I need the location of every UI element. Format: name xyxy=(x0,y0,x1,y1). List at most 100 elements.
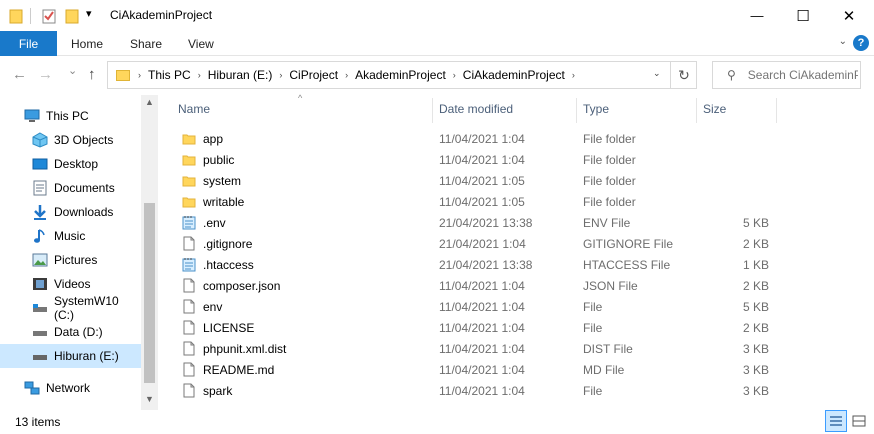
file-date: 11/04/2021 1:05 xyxy=(439,173,525,188)
file-row[interactable]: env 11/04/2021 1:04 File 5 KB xyxy=(176,296,776,317)
column-header-name[interactable]: Name xyxy=(178,95,210,123)
quick-access-dropdown-icon[interactable]: ▾ xyxy=(86,7,92,20)
search-box[interactable]: ⚲ xyxy=(712,61,861,89)
file-list: Name ^ Date modified Type Size app 11/04/… xyxy=(158,93,874,410)
text-file-icon xyxy=(182,257,196,273)
nav-item-downloads[interactable]: Downloads xyxy=(0,200,141,224)
column-divider[interactable] xyxy=(696,98,697,123)
nav-item-label: Music xyxy=(54,229,86,243)
address-bar[interactable]: › This PC › Hiburan (E:) › CiProject › A… xyxy=(107,61,697,89)
column-header-type[interactable]: Type xyxy=(583,95,609,123)
nav-item-documents[interactable]: Documents xyxy=(0,176,141,200)
file-row[interactable]: .htaccess 21/04/2021 13:38 HTACCESS File 1 … xyxy=(176,254,776,275)
file-name: app xyxy=(203,131,224,146)
scroll-up-icon[interactable]: ▲ xyxy=(141,97,158,107)
close-button[interactable]: ✕ xyxy=(826,0,872,31)
file-row[interactable]: app 11/04/2021 1:04 File folder xyxy=(176,128,776,149)
file-date: 21/04/2021 1:04 xyxy=(439,236,526,251)
forward-button[interactable]: → xyxy=(38,66,53,83)
column-divider[interactable] xyxy=(576,98,577,123)
file-row[interactable]: .gitignore 21/04/2021 1:04 GITIGNORE File 2… xyxy=(176,233,776,254)
file-name-cell: env xyxy=(182,296,222,317)
file-row[interactable]: composer.json 11/04/2021 1:04 JSON File 2 K… xyxy=(176,275,776,296)
file-name-cell: composer.json xyxy=(182,275,280,296)
file-date: 21/04/2021 13:38 xyxy=(439,215,533,230)
file-name: writable xyxy=(203,194,245,209)
navigation-scrollbar[interactable]: ▲ ▼ xyxy=(141,95,158,410)
3d-objects-icon xyxy=(32,132,48,148)
nav-item-hiburan-e[interactable]: Hiburan (E:) xyxy=(0,344,141,368)
column-header-date[interactable]: Date modified xyxy=(439,95,513,123)
breadcrumb-akademinproject[interactable]: AkademinProject xyxy=(355,68,446,82)
details-view-button[interactable] xyxy=(825,410,847,432)
file-type: File xyxy=(583,299,603,314)
file-row[interactable]: .env 21/04/2021 13:38 ENV File 5 KB xyxy=(176,212,776,233)
address-dropdown-icon[interactable]: ⌄ xyxy=(653,68,661,79)
column-divider[interactable] xyxy=(432,98,433,123)
nav-item-videos[interactable]: Videos xyxy=(0,272,141,296)
column-divider[interactable] xyxy=(776,98,777,123)
breadcrumb-ciproject[interactable]: CiProject xyxy=(289,68,338,82)
file-size: 1 KB xyxy=(742,257,769,272)
maximize-button[interactable]: ☐ xyxy=(780,0,826,31)
nav-item-system-c[interactable]: SystemW10 (C:) xyxy=(0,294,141,322)
up-button[interactable]: ↑ xyxy=(88,66,96,83)
tab-file[interactable]: File xyxy=(0,31,57,56)
nav-item-music[interactable]: Music xyxy=(0,224,141,248)
file-type: File folder xyxy=(583,194,636,209)
folder-icon xyxy=(9,8,23,27)
nav-item-data-d[interactable]: Data (D:) xyxy=(0,320,141,344)
refresh-button[interactable]: ↻ xyxy=(670,62,697,88)
file-row[interactable]: writable 11/04/2021 1:05 File folder xyxy=(176,191,776,212)
recent-locations-icon[interactable]: ⌄ xyxy=(68,64,77,77)
file-name: .htaccess xyxy=(203,257,254,272)
scroll-down-icon[interactable]: ▼ xyxy=(141,394,158,404)
file-type: File folder xyxy=(583,152,636,167)
file-name-cell: .htaccess xyxy=(182,254,254,275)
column-header-size[interactable]: Size xyxy=(703,95,726,123)
nav-item-network[interactable]: Network xyxy=(0,376,141,400)
large-icons-view-button[interactable] xyxy=(848,410,870,432)
tab-home[interactable]: Home xyxy=(71,31,103,56)
file-row[interactable]: LICENSE 11/04/2021 1:04 File 2 KB xyxy=(176,317,776,338)
breadcrumb-hiburan[interactable]: Hiburan (E:) xyxy=(208,68,273,82)
file-row[interactable]: public 11/04/2021 1:04 File folder xyxy=(176,149,776,170)
nav-item-desktop[interactable]: Desktop xyxy=(0,152,141,176)
search-input[interactable] xyxy=(747,68,858,82)
breadcrumb-ciakademinproject[interactable]: CiAkademinProject xyxy=(463,68,565,82)
new-folder-icon[interactable] xyxy=(64,8,80,27)
file-row[interactable]: system 11/04/2021 1:05 File folder xyxy=(176,170,776,191)
file-size: 2 KB xyxy=(742,278,769,293)
expand-ribbon-icon[interactable]: ⌄ xyxy=(839,36,847,47)
drive-c-icon xyxy=(32,300,48,316)
properties-icon[interactable] xyxy=(41,8,57,27)
tab-share[interactable]: Share xyxy=(130,31,162,56)
minimize-button[interactable]: — xyxy=(734,0,780,31)
file-row[interactable]: phpunit.xml.dist 11/04/2021 1:04 DIST File… xyxy=(176,338,776,359)
back-button[interactable]: ← xyxy=(12,66,27,83)
file-name: composer.json xyxy=(203,278,281,293)
breadcrumb-this-pc[interactable]: This PC xyxy=(148,68,191,82)
file-row[interactable]: spark 11/04/2021 1:04 File 3 KB xyxy=(176,380,776,401)
file-name-cell: system xyxy=(182,170,241,191)
desktop-icon xyxy=(32,156,48,172)
scrollbar-thumb[interactable] xyxy=(144,203,155,383)
breadcrumb-separator: › xyxy=(452,70,456,80)
nav-item-3d-objects[interactable]: 3D Objects xyxy=(0,128,141,152)
file-size: 2 KB xyxy=(742,236,769,251)
nav-item-label: Data (D:) xyxy=(54,325,103,339)
breadcrumb-separator: › xyxy=(197,70,201,80)
nav-item-pictures[interactable]: Pictures xyxy=(0,248,141,272)
help-icon[interactable]: ? xyxy=(853,35,869,51)
file-name-cell: phpunit.xml.dist xyxy=(182,338,286,359)
nav-item-this-pc[interactable]: This PC xyxy=(0,104,141,128)
videos-icon xyxy=(32,276,48,292)
file-row[interactable]: README.md 11/04/2021 1:04 MD File 3 KB xyxy=(176,359,776,380)
file-name: LICENSE xyxy=(203,320,255,335)
column-header-label: Date modified xyxy=(439,102,514,116)
tab-view[interactable]: View xyxy=(188,31,214,56)
file-size: 5 KB xyxy=(742,215,769,230)
file-type: ENV File xyxy=(583,215,631,230)
file-name-cell: writable xyxy=(182,191,244,212)
nav-item-label: This PC xyxy=(46,109,89,123)
